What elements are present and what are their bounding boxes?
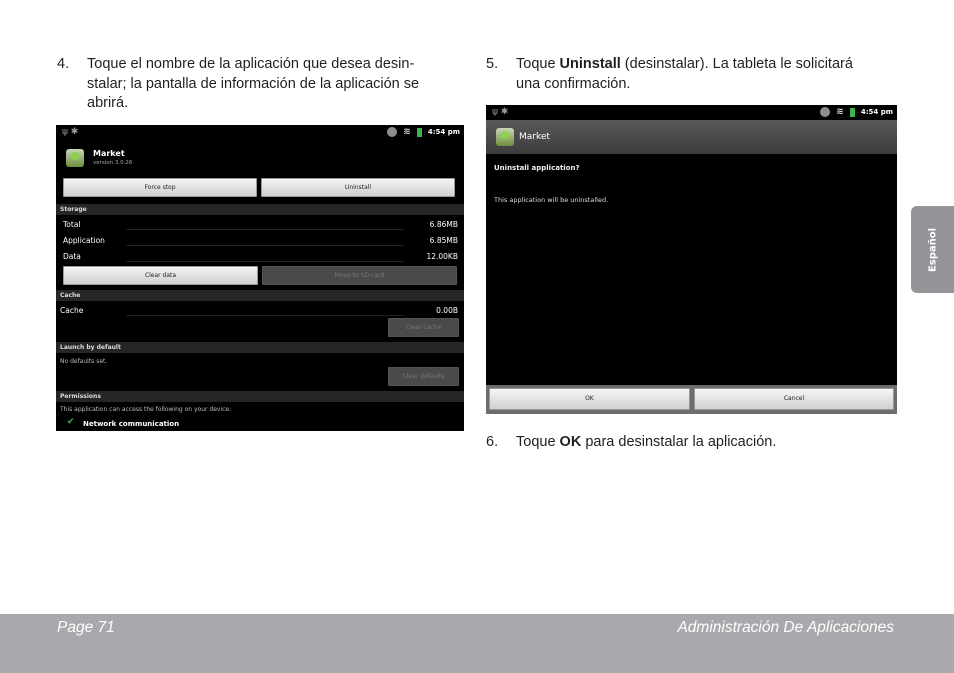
step-text: Toque OK para desinstalar la aplicación. [516,434,777,450]
status-bar: ψ ✱ ≋ 4:54 pm [56,125,464,140]
check-icon: ✔ [67,417,75,427]
cache-row: Cache 0.00B [60,306,458,316]
no-defaults-text: No defaults set. [60,358,108,365]
uninstall-button[interactable]: Uninstall [261,178,455,197]
page-number: Page 71 [57,619,115,636]
dialog-message: This application will be uninstalled. [494,196,609,204]
step-4: 4. Toque el nombre de la aplicación que … [57,55,477,115]
page-footer: Page 71 Administración De Aplicaciones [0,614,954,673]
permission-item: Network communication [83,420,180,428]
step-text: Toque Uninstall (desinstalar). La tablet… [516,56,853,92]
section-title: Administración De Aplicaciones [677,619,894,636]
market-bag-icon [496,128,514,146]
dialog-button-bar: OK Cancel [486,385,897,414]
storage-row: Application 6.85MB [63,236,458,246]
wifi-icon: ≋ [403,127,411,137]
status-time: 4:54 pm [860,108,893,116]
launch-default-header: Launch by default [56,342,464,353]
app-info-screenshot: ψ ✱ ≋ 4:54 pm Market version 3.0.26 Forc… [56,125,464,431]
dialog-question: Uninstall application? [494,164,580,172]
storage-row: Data 12.00KB [63,252,458,262]
usb-android-icon: ψ ✱ [62,127,79,137]
cache-header: Cache [56,290,464,301]
step-number: 5. [486,56,499,72]
step-text: Toque el nombre de la aplicación que des… [87,56,420,111]
cancel-button[interactable]: Cancel [694,388,894,410]
app-name: Market [93,149,125,158]
clear-cache-button[interactable]: Clear cache [388,318,459,337]
step-6: 6. Toque OK para desinstalar la aplicaci… [486,433,906,455]
step-number: 6. [486,434,499,450]
step-5: 5. Toque Uninstall (desinstalar). La tab… [486,55,906,95]
dialog-title-bar: Market [486,120,897,154]
language-label: Español [927,227,938,272]
clear-data-button[interactable]: Clear data [63,266,258,285]
status-time: 4:54 pm [427,128,460,136]
permissions-header: Permissions [56,391,464,402]
battery-icon [416,127,422,137]
dialog-title: Market [519,132,550,142]
storage-header: Storage [56,204,464,215]
usb-android-icon: ψ ✱ [492,107,509,117]
clear-defaults-button[interactable]: Clear defaults [388,367,459,386]
step-number: 4. [57,56,70,72]
force-stop-button[interactable]: Force stop [63,178,257,197]
wifi-icon: ≋ [836,107,844,117]
status-bar: ψ ✱ ≋ 4:54 pm [486,105,897,120]
app-header: Market version 3.0.26 [56,140,464,176]
market-bag-icon [66,149,84,167]
permissions-desc: This application can access the followin… [60,406,232,413]
sync-icon [820,107,831,117]
ok-button[interactable]: OK [489,388,690,410]
language-side-tab: Español [911,206,954,293]
move-to-sd-button[interactable]: Move to SD card [262,266,457,285]
uninstall-dialog-screenshot: ψ ✱ ≋ 4:54 pm Market Uninstall applicati… [486,105,897,414]
battery-icon [849,107,855,117]
app-version: version 3.0.26 [93,160,133,166]
sync-icon [387,127,398,137]
storage-row: Total 6.86MB [63,220,458,230]
